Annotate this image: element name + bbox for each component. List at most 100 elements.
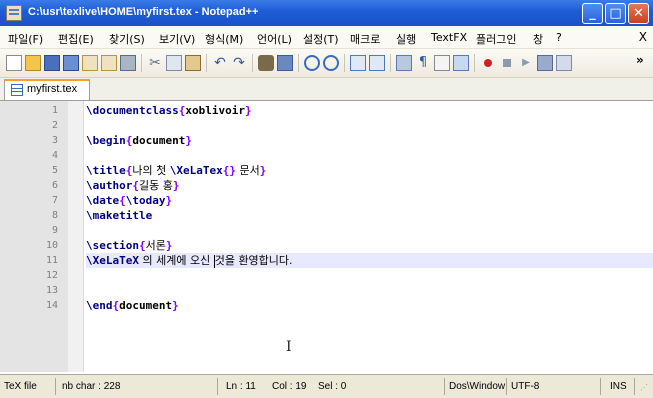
menu-view[interactable]: 보기(V) [159, 31, 195, 47]
redo-icon[interactable]: ↷ [231, 55, 247, 71]
save-macro-icon[interactable] [556, 55, 572, 71]
text: 문서 [235, 164, 260, 177]
save-all-icon[interactable] [63, 55, 79, 71]
new-file-icon[interactable] [6, 55, 22, 71]
close-doc-button[interactable]: X [639, 30, 647, 44]
argument: xoblivoir [185, 104, 245, 117]
tab-myfirst-tex[interactable]: myfirst.tex [4, 79, 90, 100]
zoom-in-icon[interactable] [304, 55, 320, 71]
latex-command: \title [86, 164, 126, 177]
window-title: C:\usr\texlive\HOME\myfirst.tex - Notepa… [28, 6, 259, 18]
code-line-current[interactable]: \XeLaTeX 의 세계에 오신 것을 환영합니다. [86, 253, 653, 268]
latex-command: \XeLaTeX [86, 254, 139, 267]
status-separator [55, 378, 56, 395]
code-line[interactable]: \section{서론} [86, 238, 653, 253]
brace: } [165, 239, 173, 252]
close-all-icon[interactable] [101, 55, 117, 71]
stop-macro-icon[interactable] [499, 55, 515, 71]
menu-edit[interactable]: 편집(E) [58, 31, 94, 47]
line-number: 4 [51, 150, 58, 161]
editor[interactable]: 1 2 3 4 5 6 7 8 9 10 11 12 13 14 \docume… [0, 101, 653, 372]
brace: } [244, 104, 252, 117]
menu-search[interactable]: 찾기(S) [109, 31, 145, 47]
line-number: 7 [51, 195, 58, 206]
text: 서론 [145, 239, 166, 252]
resize-grip-icon[interactable]: ⋰ [640, 383, 648, 392]
close-icon: ✕ [633, 6, 644, 21]
status-separator [217, 378, 218, 395]
code-area[interactable]: \documentclass{xoblivoir} \begin{documen… [86, 101, 653, 372]
code-line[interactable]: \title{나의 첫 \XeLaTex{} 문서} [86, 163, 653, 178]
status-encoding: UTF-8 [511, 381, 540, 392]
maximize-icon: □ [609, 6, 622, 21]
maximize-button[interactable]: □ [605, 3, 626, 24]
latex-command: \XeLaTex [169, 164, 223, 177]
word-wrap-icon[interactable] [396, 55, 412, 71]
show-all-chars-icon[interactable]: ¶ [415, 55, 431, 71]
brace: {} [222, 164, 236, 177]
latex-command: \begin [86, 134, 126, 147]
print-icon[interactable] [120, 55, 136, 71]
code-line[interactable]: \author{길동 홍} [86, 178, 653, 193]
toolbar-overflow-icon[interactable]: » [636, 53, 652, 69]
menu-settings[interactable]: 설정(T) [303, 31, 339, 47]
status-selection: Sel : 0 [318, 381, 347, 392]
copy-icon[interactable] [166, 55, 182, 71]
line-number: 10 [45, 240, 58, 251]
toolbar-separator [298, 54, 299, 72]
latex-command: \author [86, 179, 133, 192]
open-file-icon[interactable] [25, 55, 41, 71]
close-button[interactable]: ✕ [628, 3, 649, 24]
menu-language[interactable]: 언어(L) [257, 31, 292, 47]
latex-command: \today [125, 194, 166, 207]
menu-run[interactable]: 실행 [396, 31, 416, 47]
code-line[interactable]: \documentclass{xoblivoir} [86, 103, 653, 118]
sync-vertical-icon[interactable] [350, 55, 366, 71]
menu-textfx[interactable]: TextFX [431, 31, 467, 44]
zoom-out-icon[interactable] [323, 55, 339, 71]
line-number: 2 [51, 120, 58, 131]
replace-icon[interactable] [277, 55, 293, 71]
status-insert-mode: INS [610, 381, 627, 392]
paste-icon[interactable] [185, 55, 201, 71]
menu-help[interactable]: ? [556, 31, 562, 44]
play-macro-icon[interactable]: ▶ [518, 55, 534, 71]
latex-command: \maketitle [86, 209, 153, 222]
menu-file[interactable]: 파일(F) [8, 31, 43, 47]
close-file-icon[interactable] [82, 55, 98, 71]
latex-command: \end [86, 299, 113, 312]
menu-macro[interactable]: 매크로 [350, 31, 380, 47]
sync-horizontal-icon[interactable] [369, 55, 385, 71]
cut-icon[interactable]: ✂ [147, 55, 163, 71]
status-language: TeX file [4, 381, 37, 392]
code-line[interactable]: \maketitle [86, 208, 653, 223]
toolbar: ✂ ↶ ↷ ¶ ▶ » [0, 49, 653, 78]
argument: document [119, 299, 173, 312]
status-char-count: nb char : 228 [62, 381, 121, 392]
argument: document [132, 134, 186, 147]
title-bar[interactable]: C:\usr\texlive\HOME\myfirst.tex - Notepa… [0, 0, 653, 26]
undo-icon[interactable]: ↶ [212, 55, 228, 71]
code-line[interactable]: \end{document} [86, 298, 653, 313]
fold-margin[interactable] [68, 101, 84, 372]
latex-command: \date [86, 194, 120, 207]
code-line[interactable]: \date{\today} [86, 193, 653, 208]
notepad-app-icon[interactable] [6, 5, 22, 21]
indent-guide-icon[interactable] [434, 55, 450, 71]
record-macro-icon[interactable] [480, 55, 496, 71]
brace: } [185, 134, 192, 147]
code-line[interactable]: \begin{document} [86, 133, 653, 148]
user-language-icon[interactable] [453, 55, 469, 71]
menu-format[interactable]: 형식(M) [205, 31, 243, 47]
save-icon[interactable] [44, 55, 60, 71]
line-number: 14 [45, 300, 58, 311]
minimize-button[interactable]: _ [582, 3, 603, 24]
text: 것을 환영합니다. [214, 254, 293, 267]
run-macro-multiple-icon[interactable] [537, 55, 553, 71]
menu-plugins[interactable]: 플러그인 [476, 31, 516, 47]
find-icon[interactable] [258, 55, 274, 71]
menu-window[interactable]: 창 [533, 31, 543, 47]
line-number-gutter: 1 2 3 4 5 6 7 8 9 10 11 12 13 14 [0, 101, 68, 372]
latex-command: \section [86, 239, 139, 252]
latex-command: \documentclass [86, 104, 179, 117]
